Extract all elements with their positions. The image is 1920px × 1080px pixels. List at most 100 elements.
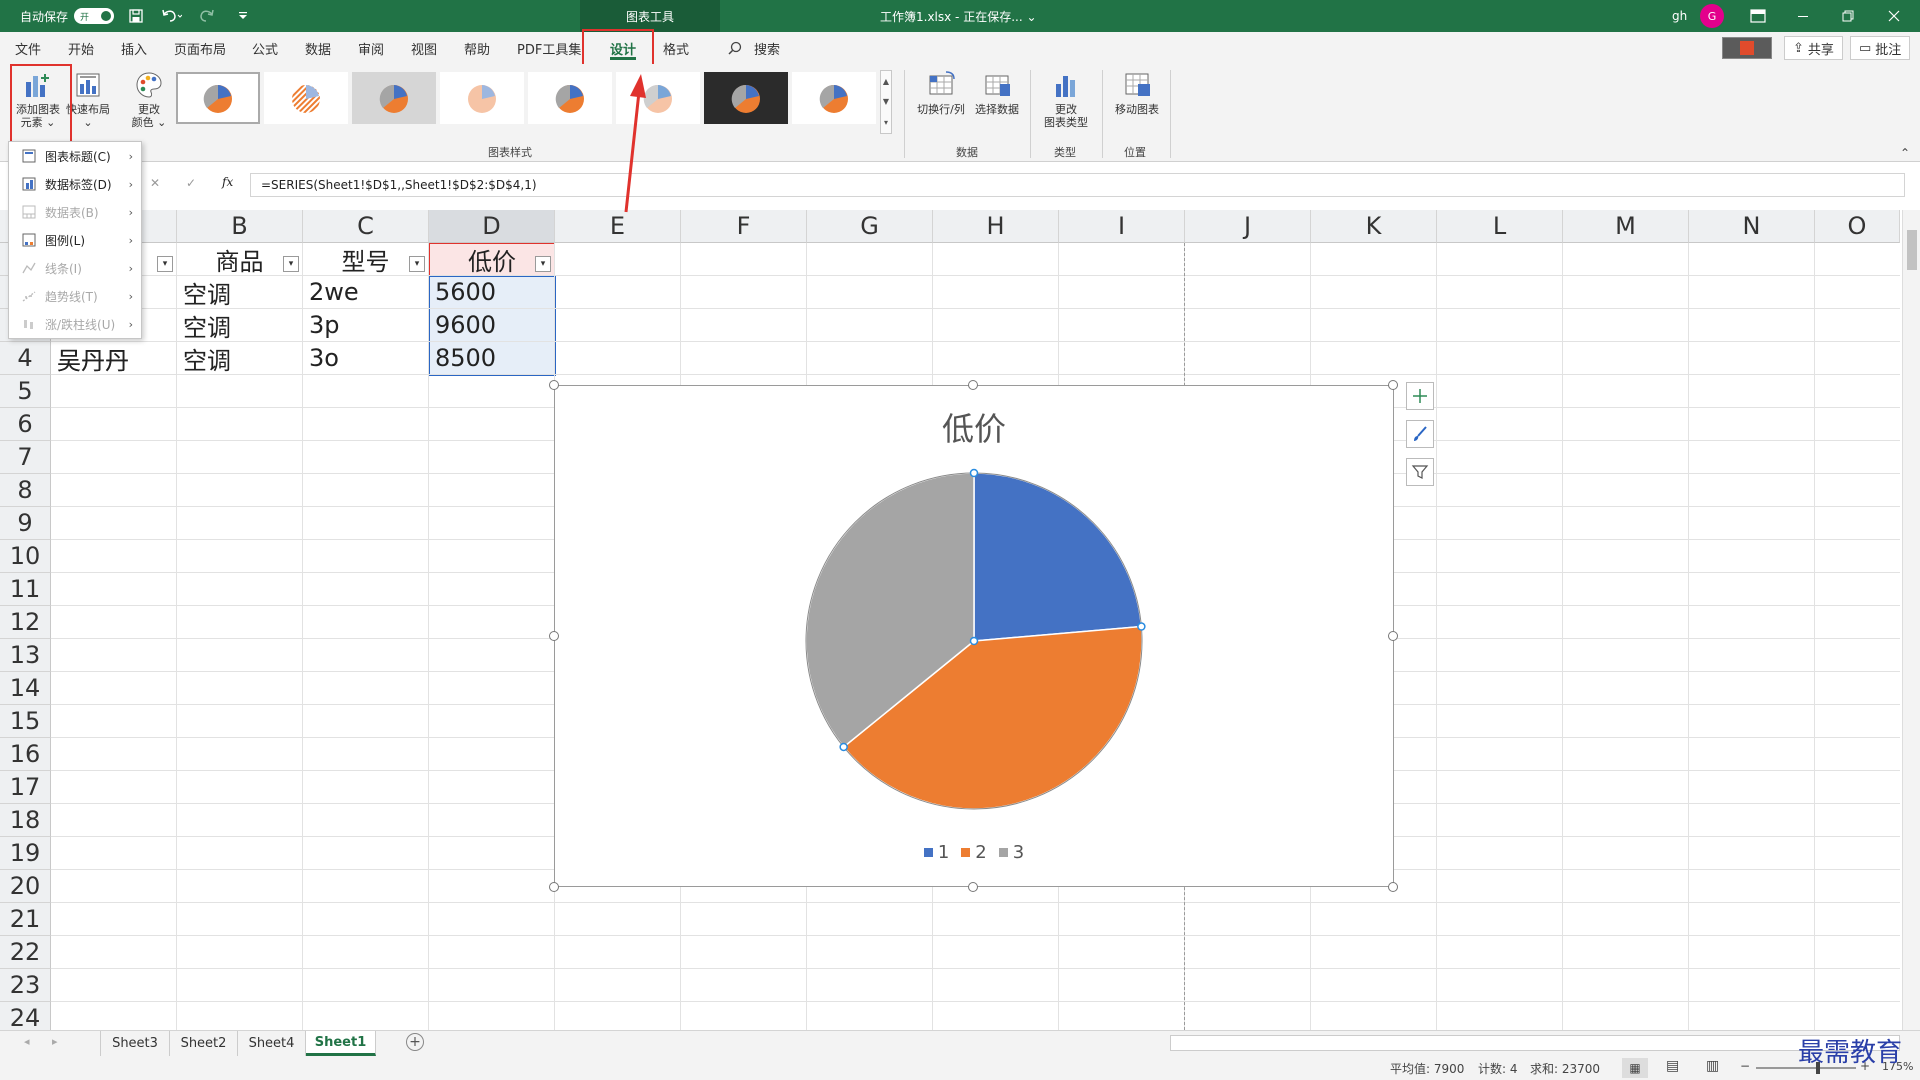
filter-dropdown-icon[interactable]: ▾	[283, 256, 299, 272]
chart-style-5[interactable]	[528, 72, 612, 124]
column-header[interactable]: C	[303, 210, 429, 243]
undo-icon[interactable]	[160, 0, 182, 32]
tab-pdf-tools[interactable]: PDF工具集	[517, 32, 581, 64]
page-layout-view-icon[interactable]: ▤	[1666, 1058, 1679, 1074]
cell[interactable]: 空调	[177, 309, 303, 342]
row-header[interactable]: 21	[0, 903, 51, 936]
normal-view-icon[interactable]: ▦	[1622, 1058, 1648, 1078]
resize-handle[interactable]	[549, 380, 559, 390]
gallery-up-icon[interactable]: ▲	[883, 77, 889, 86]
legend-item[interactable]: 1	[923, 842, 949, 863]
change-colors-button[interactable]: 更改 颜色 ⌄	[126, 70, 172, 129]
chart-style-3[interactable]	[352, 72, 436, 124]
chart-legend[interactable]: 1 2 3	[555, 842, 1393, 863]
menu-item-trendline[interactable]: 趋势线(T) ›	[9, 282, 141, 310]
chart-style-2[interactable]	[264, 72, 348, 124]
column-header[interactable]: M	[1563, 210, 1689, 243]
row-header[interactable]: 24	[0, 1002, 51, 1030]
filter-dropdown-icon[interactable]: ▾	[535, 256, 551, 272]
sheet-tab[interactable]: Sheet2	[170, 1031, 238, 1056]
tab-search[interactable]: 搜索	[754, 32, 780, 64]
change-chart-type-button[interactable]: 更改 图表类型	[1036, 70, 1096, 129]
scroll-right-icon[interactable]: ▸	[52, 1035, 58, 1048]
cell[interactable]: 空调	[177, 276, 303, 309]
column-header[interactable]: G	[807, 210, 933, 243]
tab-view[interactable]: 视图	[411, 32, 437, 64]
resize-handle[interactable]	[968, 882, 978, 892]
row-header[interactable]: 13	[0, 639, 51, 672]
row-header[interactable]: 12	[0, 606, 51, 639]
chart-style-4[interactable]	[440, 72, 524, 124]
row-header[interactable]: 19	[0, 837, 51, 870]
share-button[interactable]: ⇪ 共享	[1784, 32, 1843, 64]
cell[interactable]: 3o	[303, 342, 429, 375]
series-selection-handle[interactable]	[969, 468, 979, 478]
close-icon[interactable]	[1888, 0, 1900, 32]
chart-elements-button[interactable]	[1406, 382, 1434, 410]
row-header[interactable]: 23	[0, 969, 51, 1002]
menu-item-chart-title[interactable]: 图表标题(C) ›	[9, 142, 141, 170]
row-header[interactable]: 18	[0, 804, 51, 837]
column-header[interactable]: L	[1437, 210, 1563, 243]
gallery-more-icon[interactable]: ▾	[884, 118, 888, 127]
resize-handle[interactable]	[549, 882, 559, 892]
tab-format[interactable]: 格式	[663, 32, 689, 64]
gallery-down-icon[interactable]: ▼	[883, 97, 889, 106]
cell[interactable]: 3p	[303, 309, 429, 342]
resize-handle[interactable]	[1388, 882, 1398, 892]
column-header[interactable]: H	[933, 210, 1059, 243]
move-chart-button[interactable]: 移动图表	[1108, 70, 1166, 116]
chart-style-7[interactable]	[704, 72, 788, 124]
enter-icon[interactable]: ✓	[186, 176, 196, 190]
row-header[interactable]: 5	[0, 375, 51, 408]
row-header[interactable]: 6	[0, 408, 51, 441]
row-header[interactable]: 17	[0, 771, 51, 804]
legend-item[interactable]: 2	[961, 842, 987, 863]
row-header[interactable]: 15	[0, 705, 51, 738]
row-header[interactable]: 4	[0, 342, 51, 375]
ribbon-display-icon[interactable]	[1750, 0, 1766, 32]
resize-handle[interactable]	[549, 631, 559, 641]
tab-page-layout[interactable]: 页面布局	[174, 32, 226, 64]
resize-handle[interactable]	[968, 380, 978, 390]
pie-chart[interactable]: 低价 123	[554, 385, 1394, 887]
cancel-icon[interactable]: ✕	[150, 176, 160, 190]
column-header[interactable]: B	[177, 210, 303, 243]
menu-item-up-down-bars[interactable]: 涨/跌柱线(U) ›	[9, 310, 141, 338]
column-header[interactable]: D	[429, 210, 555, 243]
cell[interactable]: 5600	[429, 276, 555, 309]
row-header[interactable]: 10	[0, 540, 51, 573]
sheet-tab-active[interactable]: Sheet1	[306, 1031, 376, 1056]
row-header[interactable]: 22	[0, 936, 51, 969]
page-break-view-icon[interactable]: ▥	[1706, 1058, 1719, 1074]
sheet-tab[interactable]: Sheet4	[238, 1031, 306, 1056]
cell[interactable]: 8500	[429, 342, 555, 375]
search-icon[interactable]	[728, 32, 742, 64]
save-icon[interactable]	[128, 0, 144, 32]
column-header[interactable]: I	[1059, 210, 1185, 243]
chart-style-1[interactable]	[176, 72, 260, 124]
sheet-tab[interactable]: Sheet3	[100, 1031, 170, 1056]
column-header[interactable]: J	[1185, 210, 1311, 243]
resize-handle[interactable]	[1388, 380, 1398, 390]
column-header[interactable]: N	[1689, 210, 1815, 243]
pie-slice-1[interactable]	[973, 472, 1143, 642]
menu-item-lines[interactable]: 线条(I) ›	[9, 254, 141, 282]
series-selection-handle[interactable]	[839, 742, 848, 752]
legend-item[interactable]: 3	[998, 842, 1024, 863]
add-sheet-icon[interactable]: +	[406, 1033, 424, 1051]
row-header[interactable]: 9	[0, 507, 51, 540]
tab-insert[interactable]: 插入	[121, 32, 147, 64]
horizontal-scrollbar[interactable]	[1170, 1035, 1900, 1051]
tab-review[interactable]: 审阅	[358, 32, 384, 64]
user-avatar[interactable]: G	[1700, 4, 1724, 28]
series-selection-handle[interactable]	[1137, 622, 1146, 631]
document-title[interactable]: 工作簿1.xlsx - 正在保存... ⌄	[880, 0, 1037, 32]
redo-icon[interactable]	[198, 0, 220, 32]
filter-dropdown-icon[interactable]: ▾	[157, 256, 173, 272]
cell[interactable]: 商品 ▾	[177, 243, 303, 276]
cell[interactable]: 低价 ▾	[429, 243, 555, 276]
resize-handle[interactable]	[1388, 631, 1398, 641]
chart-filters-button[interactable]	[1406, 458, 1434, 486]
zoom-out-icon[interactable]: −	[1740, 1059, 1750, 1073]
